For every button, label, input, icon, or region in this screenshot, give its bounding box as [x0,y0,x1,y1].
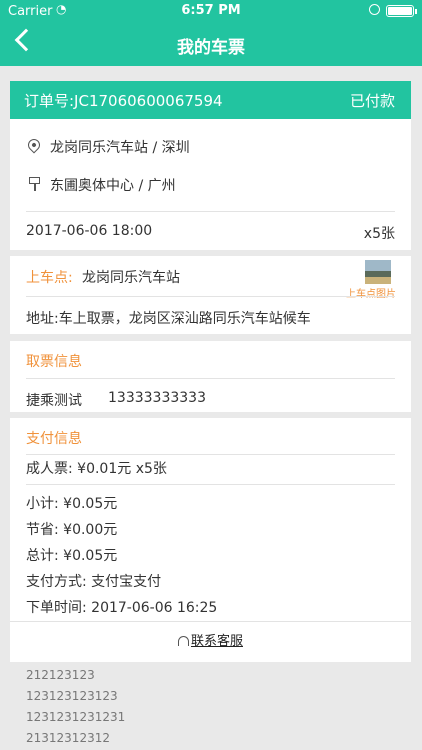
headset-icon [177,636,189,646]
route-card: 龙岗同乐汽车站 / 深圳 东圃奥体中心 / 广州 2017-06-06 18:0… [10,119,411,250]
order-status: 已付款 [349,92,395,110]
contact-service-label[interactable]: 联系客服 [191,634,243,649]
departure-station: 龙岗同乐汽车站 / 深圳 [50,140,190,156]
passenger-phone: 13333333333 [108,390,206,406]
ticket-info-card: 取票信息 捷乘测试 13333333333 [10,341,411,412]
subtotal: 小计: ¥0.05元 [26,496,118,512]
passenger-name: 捷乘测试 [26,393,82,409]
order-number: 订单号:JC17060600067594 [24,92,223,110]
payment-method: 支付方式: 支付宝支付 [26,574,162,590]
boarding-photo-label[interactable]: 上车点图片 [346,285,396,300]
footer-line: 21312312312 [26,731,110,745]
clock: 6:57 PM [181,3,241,18]
nav-bar: Carrier ◔ 6:57 PM 我的车票 [0,0,422,66]
payment-title: 支付信息 [26,431,82,447]
payment-card: 支付信息 成人票: ¥0.01元 x5张 小计: ¥0.05元 节省: ¥0.0… [10,418,411,662]
divider [26,296,395,297]
location-pin-icon [25,136,43,154]
footer-line: 212123123 [26,668,95,682]
total: 总计: ¥0.05元 [26,548,118,564]
divider [10,621,411,622]
boarding-label: 上车点: [26,270,73,286]
order-header: 订单号:JC17060600067594 已付款 [10,81,411,119]
departure-datetime: 2017-06-06 18:00 [26,223,153,239]
footer-line: 123123123123 [26,689,118,703]
divider [26,454,395,455]
arrival-station: 东圃奥体中心 / 广州 [50,178,176,194]
boarding-address: 地址:车上取票，龙岗区深汕路同乐汽车站候车 [26,311,311,327]
destination-flag-icon [29,177,40,191]
page-title: 我的车票 [177,38,245,58]
divider [26,211,395,212]
divider [26,378,395,379]
ticket-info-title: 取票信息 [26,354,82,370]
order-time: 下单时间: 2017-06-06 16:25 [26,600,218,616]
ticket-count: x5张 [363,226,395,242]
footer-line: 1231231231231 [26,710,126,724]
boarding-station: 龙岗同乐汽车站 [82,270,180,286]
contact-service-link[interactable]: 联系客服 [10,630,411,649]
status-bar: Carrier ◔ 6:57 PM [0,0,422,22]
saving: 节省: ¥0.00元 [26,522,118,538]
battery-icon [386,5,417,17]
rotation-lock-icon [369,4,380,15]
boarding-photo-thumbnail[interactable] [365,260,391,284]
divider [26,484,395,485]
boarding-card: 上车点: 龙岗同乐汽车站 上车点图片 地址:车上取票，龙岗区深汕路同乐汽车站候车 [10,256,411,334]
adult-ticket-price: 成人票: ¥0.01元 x5张 [26,461,167,477]
